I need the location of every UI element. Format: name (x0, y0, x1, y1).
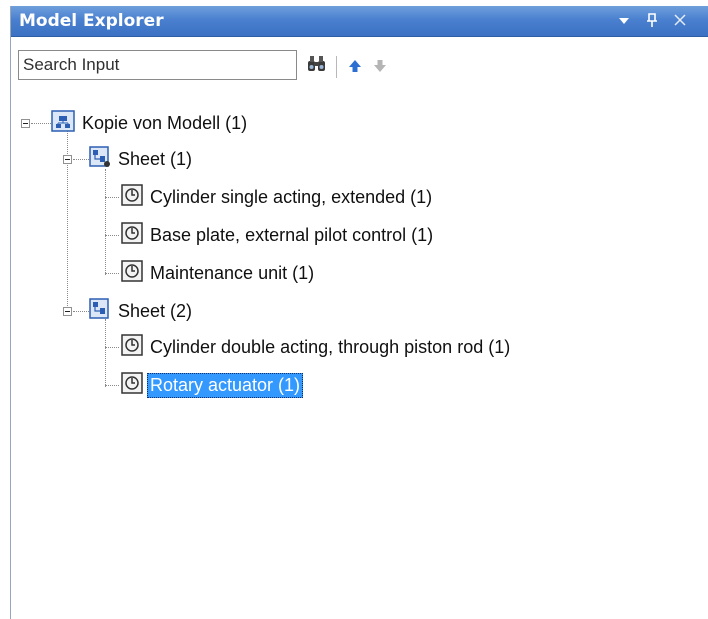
tree-node-component[interactable]: Cylinder double acting, through piston r… (121, 333, 513, 361)
arrow-down-icon[interactable] (373, 58, 387, 77)
tree-node-label: Sheet (1) (118, 148, 193, 169)
tree-node-label: Maintenance unit (1) (150, 262, 315, 283)
tree-node-component[interactable]: Maintenance unit (1) (121, 259, 317, 287)
tree-node-label: Sheet (2) (118, 300, 193, 321)
close-icon[interactable] (673, 9, 687, 37)
component-icon (121, 334, 143, 360)
tree-connector (73, 311, 89, 312)
tree-connector (105, 169, 106, 275)
collapse-sheet-toggle[interactable] (63, 155, 72, 164)
tree-node-label: Rotary actuator (1) (147, 372, 304, 398)
model-explorer-panel: Model Explorer Search Input Kopie von Mo… (10, 6, 708, 619)
tree-node-root[interactable]: Kopie von Modell (1) (51, 109, 250, 137)
tree-node-label: Kopie von Modell (1) (82, 112, 248, 133)
tree-node-label: Base plate, external pilot control (1) (150, 224, 434, 245)
component-icon (121, 222, 143, 248)
tree-node-component[interactable]: Cylinder single acting, extended (1) (121, 183, 435, 211)
sheet-icon (89, 146, 111, 172)
component-icon (121, 260, 143, 286)
dropdown-icon[interactable] (618, 9, 630, 37)
component-icon (121, 184, 143, 210)
panel-titlebar: Model Explorer (11, 6, 708, 37)
tree-connector (73, 159, 89, 160)
tree-node-label: Cylinder double acting, through piston r… (150, 336, 511, 357)
sheet-icon (89, 298, 111, 324)
tree-connector (105, 273, 119, 274)
tree-node-component[interactable]: Base plate, external pilot control (1) (121, 221, 436, 249)
toolbar (11, 37, 708, 89)
tree-connector (105, 197, 119, 198)
tree-node-sheet[interactable]: Sheet (2) (89, 297, 195, 325)
tree-connector (31, 123, 51, 124)
collapse-root-toggle[interactable] (21, 119, 30, 128)
tree-node-label: Cylinder single acting, extended (1) (150, 186, 433, 207)
tree-connector (105, 235, 119, 236)
model-tree: Kopie von Modell (1) Sheet (1) Cylinder … (11, 89, 708, 619)
collapse-sheet-toggle[interactable] (63, 307, 72, 316)
tree-connector (105, 385, 119, 386)
model-icon (51, 110, 75, 136)
component-icon (121, 372, 143, 398)
tree-connector (105, 319, 106, 387)
arrow-up-icon[interactable] (348, 58, 362, 77)
pin-icon[interactable] (645, 9, 659, 37)
toolbar-separator (336, 56, 337, 78)
tree-node-sheet[interactable]: Sheet (1) (89, 145, 195, 173)
tree-connector (105, 347, 119, 348)
tree-node-component-selected[interactable]: Rotary actuator (1) (121, 371, 304, 399)
panel-title: Model Explorer (19, 11, 164, 31)
search-input[interactable] (18, 50, 297, 80)
binoculars-icon[interactable] (307, 55, 327, 77)
